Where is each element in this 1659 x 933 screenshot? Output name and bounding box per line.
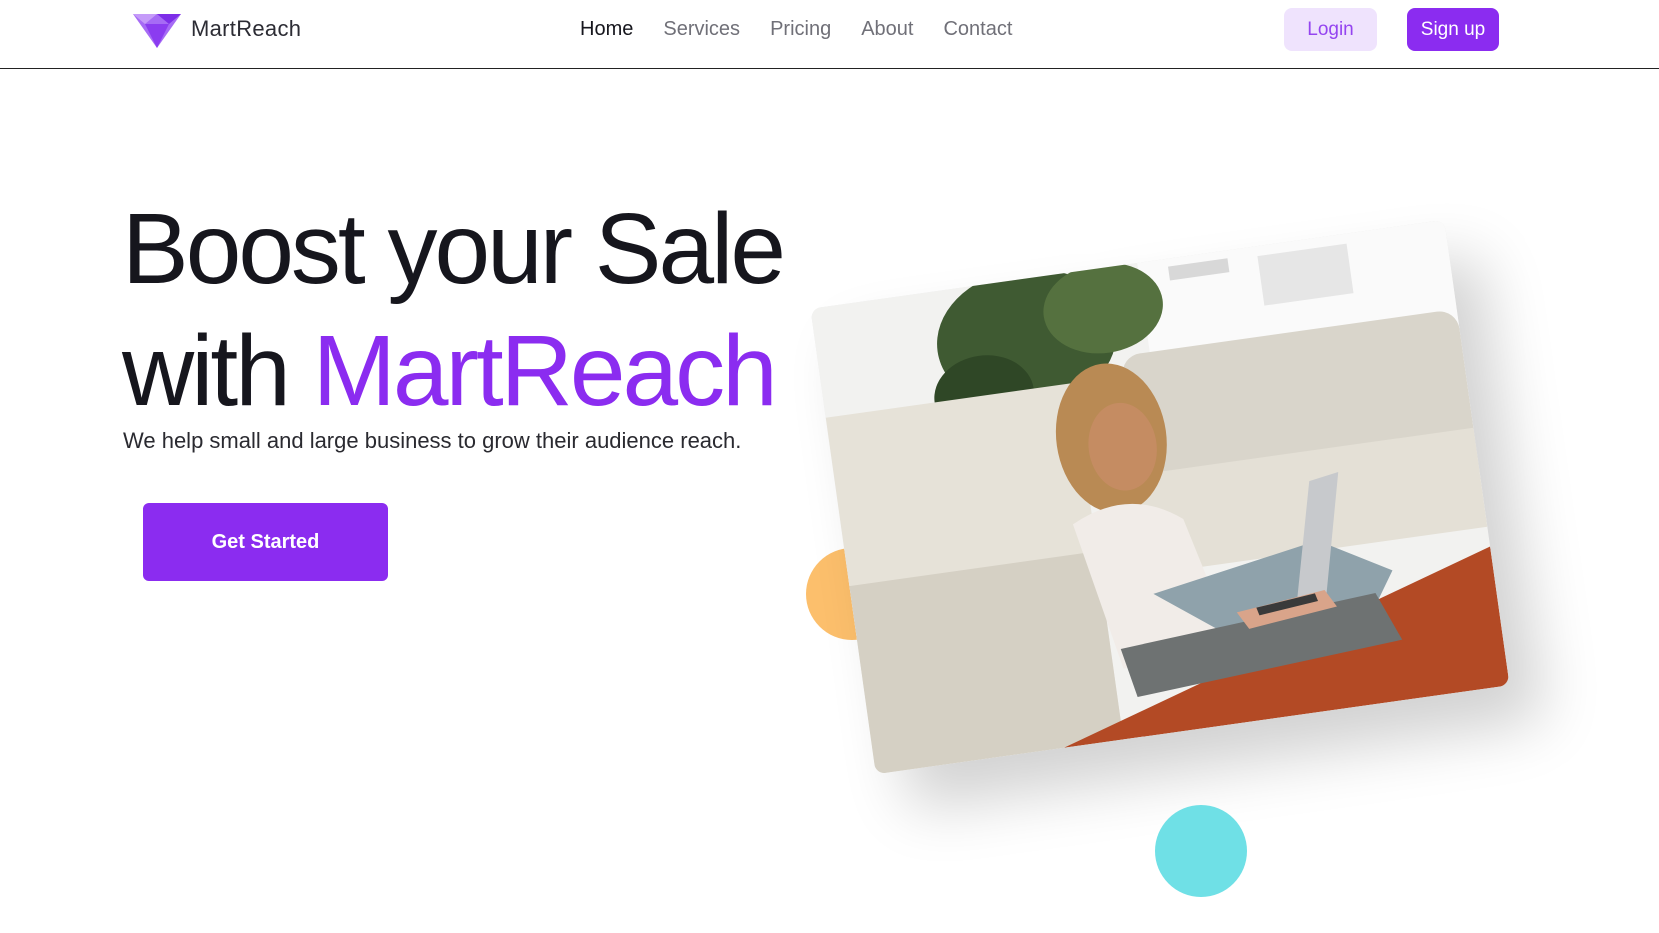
nav-services[interactable]: Services [663, 16, 740, 42]
brand-logo[interactable]: MartReach [131, 6, 301, 52]
nav-contact[interactable]: Contact [943, 16, 1012, 42]
site-header: MartReach Home Services Pricing About Co… [0, 0, 1659, 69]
signup-button[interactable]: Sign up [1407, 8, 1499, 51]
nav-about[interactable]: About [861, 16, 913, 42]
hero-subtitle: We help small and large business to grow… [123, 428, 742, 453]
nav-pricing[interactable]: Pricing [770, 16, 831, 42]
teal-decor-circle [1155, 805, 1247, 897]
brand-name: MartReach [191, 16, 302, 41]
login-button[interactable]: Login [1284, 8, 1377, 51]
hero-title-accent: MartReach [312, 315, 778, 427]
hero-title-prefix: with [122, 315, 313, 427]
woman-laptop-photo [810, 219, 1510, 775]
nav-home[interactable]: Home [580, 16, 633, 42]
diamond-logo-icon [133, 14, 181, 48]
hero-title-line1: Boost your Sale [122, 193, 786, 305]
get-started-button[interactable]: Get Started [143, 503, 388, 581]
hero-title: Boost your Sale with MartReach [122, 188, 786, 432]
main-nav: Home Services Pricing About Contact [580, 16, 1012, 42]
hero-photo [810, 219, 1510, 775]
